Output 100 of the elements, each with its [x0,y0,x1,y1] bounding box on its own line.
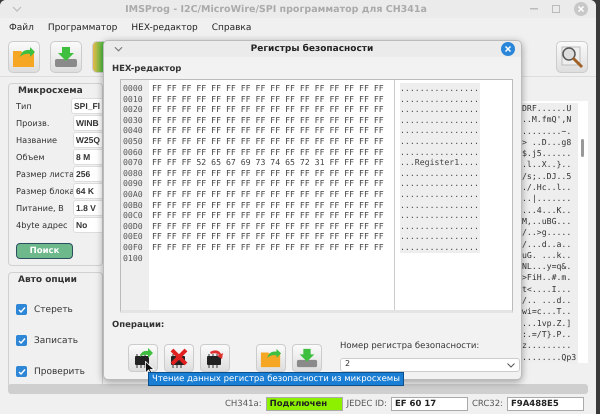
search-button[interactable] [556,41,588,73]
address-label: 00C0 [123,210,144,221]
hex-bytes: FF FF FF FF FF FF FF FF FF FF FF FF FF FF FF FF [152,104,385,115]
crc-field: F9A488E5 [507,397,584,411]
drive-arrow-icon [296,347,318,369]
value-field[interactable]: 256 [73,166,102,182]
window-title: IMSProg - I2C/MicroWire/SPI программатор для CH341a [124,4,428,14]
open-file-button[interactable] [8,41,40,73]
address-label: 0040 [123,125,144,136]
address-label: 00B0 [123,200,144,210]
field-label: Питание, В [16,202,65,212]
checkbox[interactable] [16,366,27,377]
address-label: 00F0 [123,242,144,252]
folder-arrow-icon [260,347,282,369]
open-file-button[interactable] [256,344,286,372]
checkbox-label: Записать [34,336,78,346]
checkbox-label: Проверить [34,366,85,376]
field-label: Объем [16,152,46,162]
jedec-field: EF 60 17 [390,397,468,411]
hex-bytes: FF FF FF FF FF FF FF FF FF FF FF FF FF FF FF FF [152,94,385,104]
ascii-line: ................ [400,231,480,242]
address-label: 0050 [123,136,144,147]
section-title: Операции: [112,320,166,330]
toolbar-button[interactable] [92,41,104,73]
ascii-line: ................ [400,200,480,210]
write-chip-button[interactable] [200,344,230,372]
hex-bytes: FF FF FF FF FF FF FF FF FF FF FF FF FF FF FF FF [152,231,385,242]
address-label: 0070 [123,157,144,168]
address-label: 0060 [123,146,144,158]
checkbox[interactable] [16,335,27,346]
folder-arrow-icon [12,45,36,69]
ascii-line: ................ [400,188,480,200]
menu-item[interactable]: Файл [9,23,34,33]
value-field[interactable]: W25Q [72,132,102,148]
checkbox-label: Стереть [34,304,73,314]
register-dropdown[interactable]: 2 [340,358,520,372]
menu-item[interactable]: Справка [212,23,252,33]
hex-bytes: FF FF FF FF FF FF FF FF FF FF FF FF FF FF FF FF [152,146,385,158]
ascii-line: ................ [400,94,480,104]
address-label: 00D0 [123,220,144,232]
ascii-line: ...Register1.... [400,157,480,168]
chip-arrow-icon [132,347,154,369]
dialog-title: Регистры безопасности [250,44,374,54]
connection-field: Подключен [266,397,343,411]
register-label: Номер регистра безопасности: [340,341,480,351]
hex-bytes: FF FF FF FF FF FF FF FF FF FF FF FF FF FF FF FF [152,242,385,252]
erase-chip-button[interactable] [164,344,194,372]
scrollbar[interactable] [578,101,588,363]
status-label: CRC32: [472,399,503,409]
menu-item[interactable]: Программатор [48,23,118,33]
tooltip: Чтение данных регистра безопасности из микросхемы [148,372,404,386]
field-label: Тип [16,100,33,110]
hex-bytes: FF FF FF FF FF FF FF FF FF FF FF FF FF FF FF FF [152,200,385,210]
value-field[interactable]: 1.8 V [73,200,102,216]
section-title: HEX-редактор [112,64,182,74]
ascii-line: ................ [400,178,480,189]
address-label: 0020 [123,104,144,115]
ascii-line: ................ [400,104,480,115]
value-field[interactable]: WINB [73,114,102,130]
magnifier-icon [560,45,584,69]
hex-bytes: FF FF FF FF FF FF FF FF FF FF FF FF FF FF FF FF [152,125,385,136]
caret-icon[interactable] [114,46,123,52]
hex-bytes: FF FF FF FF FF FF FF FF FF FF FF FF FF FF FF FF [152,136,385,147]
ascii-line: ................ [400,146,480,158]
hex-editor[interactable] [120,79,513,313]
hex-bytes: FF FF FF FF FF FF FF FF FF FF FF FF FF FF FF FF [152,220,385,232]
hex-bytes: FF FF FF FF FF FF FF FF FF FF FF FF FF FF FF FF [152,178,385,189]
value-field[interactable]: 8 M [73,148,102,164]
field-label: Произв. [16,118,50,128]
save-file-button[interactable] [292,344,322,372]
checkbox[interactable] [16,304,27,315]
ascii-line: ................ [400,168,480,178]
address-label: 00E0 [123,231,144,242]
group-title: Микросхема [18,86,84,96]
hex-bytes: FF FF FF FF FF FF FF FF FF FF FF FF FF FF FF FF [152,210,385,221]
address-label: 00A0 [123,188,144,200]
group-title: Авто опции [18,275,78,285]
address-label: 0000 [123,83,144,94]
address-label: 0010 [123,94,144,104]
field-label: Название [16,134,58,144]
ascii-line: ................ [400,210,480,221]
close-icon[interactable] [501,42,515,56]
value-field[interactable]: 64 K [73,182,102,198]
ascii-line: ................ [400,242,480,252]
hex-bytes: FF FF FF FF FF FF FF FF FF FF FF FF FF FF FF FF [152,168,385,178]
value-field[interactable]: No [73,216,102,232]
hex-bytes: FF FF FF FF FF FF FF FF FF FF FF FF FF FF FF FF [152,114,385,126]
ascii-line: ................ [400,114,480,126]
drive-arrow-icon [54,45,78,69]
address-label: 0090 [123,178,144,189]
read-chip-button[interactable] [128,344,158,372]
ascii-line: ................ [400,125,480,136]
hex-bytes: FF FF FF 52 65 67 69 73 74 65 72 31 FF FF FF FF [152,157,385,168]
hex-bytes: FF FF FF FF FF FF FF FF FF FF FF FF FF FF FF FF [152,83,385,94]
menu-item[interactable]: HEX-редактор [131,23,198,33]
value-field[interactable]: SPI_Fl [71,98,102,114]
address-label: 0030 [123,114,144,126]
ascii-line: ................ [400,220,480,232]
save-file-button[interactable] [50,41,82,73]
status-label: JEDEC ID: [346,399,387,409]
